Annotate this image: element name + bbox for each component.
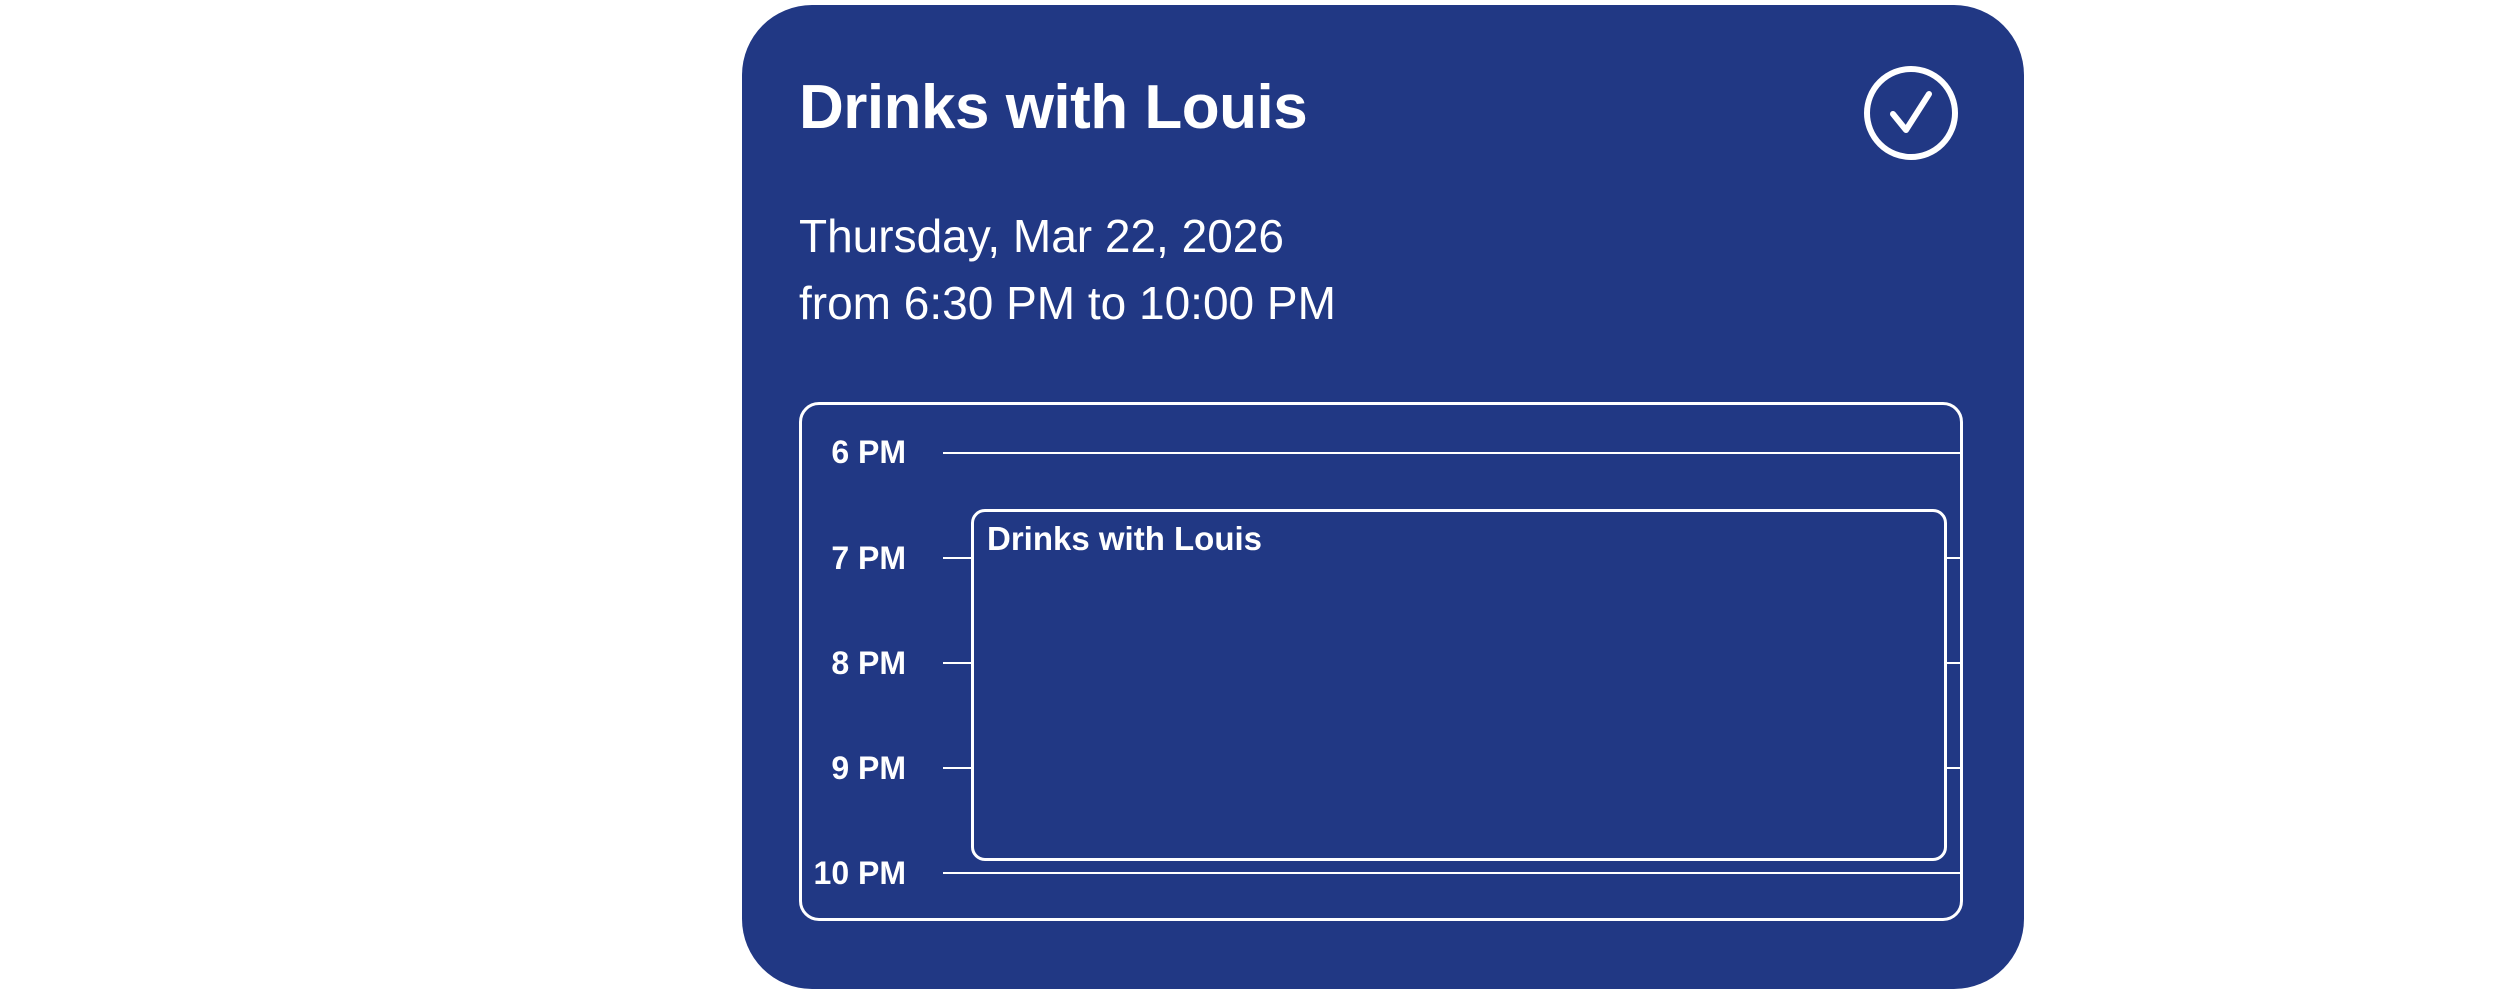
event-date: Thursday, Mar 22, 2026 xyxy=(799,210,1284,262)
hour-gridline xyxy=(943,452,1960,454)
event-title: Drinks with Louis xyxy=(799,73,1308,142)
timeline-event-label: Drinks with Louis xyxy=(987,520,1263,557)
hour-label-7pm: 7 PM xyxy=(831,540,906,576)
hour-label-6pm: 6 PM xyxy=(831,434,906,470)
day-timeline: 6 PM 7 PM 8 PM 9 PM 10 PM Drinks with Lo… xyxy=(799,402,1963,921)
timeline-event-block[interactable]: Drinks with Louis xyxy=(971,509,1947,861)
event-time-range: from 6:30 PM to 10:00 PM xyxy=(799,277,1336,329)
hour-label-10pm: 10 PM xyxy=(813,855,906,891)
checkmark-circle-icon[interactable] xyxy=(1863,65,1959,161)
hour-gridline xyxy=(943,872,1960,874)
hour-label-8pm: 8 PM xyxy=(831,645,906,681)
event-card[interactable]: Drinks with Louis Thursday, Mar 22, 2026… xyxy=(742,5,2024,989)
hour-label-9pm: 9 PM xyxy=(831,750,906,786)
